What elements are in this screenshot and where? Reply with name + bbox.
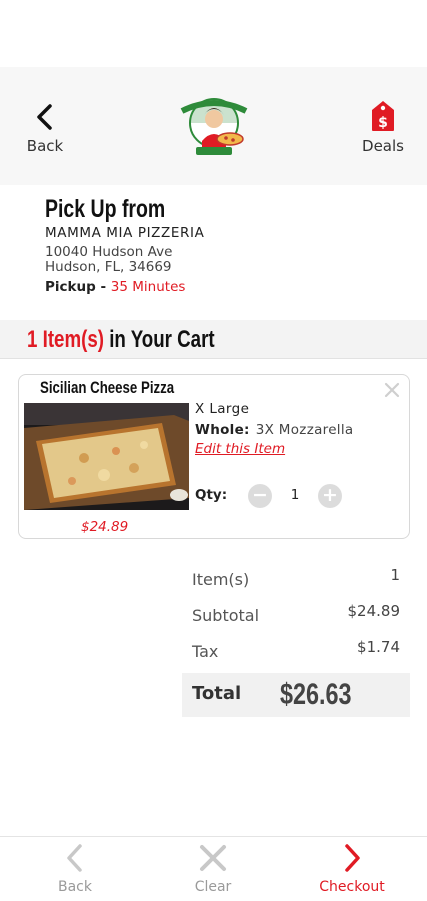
chevron-left-icon (37, 104, 52, 130)
cart-item-card: Sicilian Cheese Pizza $24.89 X Large Who… (18, 374, 410, 539)
clear-button[interactable]: Clear (168, 843, 258, 895)
qty-increase-button[interactable]: + (318, 484, 342, 508)
pickup-title: Pick Up from (45, 195, 166, 223)
header-back-label: Back (26, 137, 64, 155)
pickup-time: Pickup - 35 Minutes (45, 279, 204, 295)
close-icon[interactable] (383, 381, 401, 399)
pickup-info: Pick Up from MAMMA MIA PIZZERIA 10040 Hu… (45, 193, 204, 295)
bottom-back-button[interactable]: Back (30, 843, 120, 895)
pickup-label: Pickup (45, 279, 96, 295)
cart-heading: 1 Item(s) in Your Cart (27, 323, 268, 356)
price-tag-icon: $ (372, 101, 394, 131)
address-line-1: 10040 Hudson Ave (45, 244, 173, 260)
pickup-separator: - (95, 279, 111, 295)
app-header: Back $ Deals (0, 67, 427, 185)
deals-button[interactable]: $ Deals (359, 100, 407, 155)
order-summary: Item(s) 1 Subtotal $24.89 Tax $1.74 Tota… (182, 563, 410, 717)
checkout-button[interactable]: Checkout (307, 843, 397, 895)
qty-decrease-button[interactable]: − (248, 484, 272, 508)
header-back-button[interactable]: Back (22, 103, 68, 155)
qty-value: 1 (290, 487, 300, 503)
items-value: 1 (390, 566, 400, 584)
tax-label: Tax (192, 642, 219, 661)
item-size: X Large (195, 401, 250, 417)
item-name: Sicilian Cheese Pizza (40, 378, 175, 397)
summary-items-row: Item(s) 1 (182, 563, 410, 599)
tax-value: $1.74 (357, 638, 400, 656)
address-line-2: Hudson, FL, 34669 (45, 259, 172, 275)
store-address: 10040 Hudson Ave Hudson, FL, 34669 (45, 245, 204, 275)
plus-icon: + (322, 484, 338, 506)
chevron-left-icon (67, 844, 82, 872)
mamma-mia-logo (180, 98, 248, 155)
deals-label: Deals (362, 137, 404, 155)
summary-subtotal-row: Subtotal $24.89 (182, 599, 410, 635)
bottom-action-bar: Back Clear Checkout (0, 836, 427, 901)
items-label: Item(s) (192, 570, 250, 589)
bottom-back-label: Back (58, 879, 92, 895)
total-value: $26.63 (280, 678, 352, 711)
subtotal-label: Subtotal (192, 606, 260, 625)
pickup-minutes: 35 Minutes (110, 279, 186, 295)
item-option: Whole: 3X Mozzarella (195, 422, 353, 438)
summary-total-row: Total $26.63 (182, 673, 410, 717)
svg-text:$: $ (378, 115, 388, 131)
summary-tax-row: Tax $1.74 (182, 635, 410, 671)
store-name: MAMMA MIA PIZZERIA (45, 225, 205, 241)
clear-label: Clear (194, 879, 232, 895)
cart-count: 1 Item(s) (27, 326, 104, 353)
edit-item-link[interactable]: Edit this Item (195, 441, 285, 457)
qty-label: Qty: (195, 487, 228, 503)
minus-icon: − (252, 484, 268, 506)
item-price: $24.89 (81, 519, 129, 535)
cart-heading-suffix: in Your Cart (103, 326, 215, 353)
checkout-label: Checkout (319, 879, 385, 895)
subtotal-value: $24.89 (347, 602, 401, 620)
chevron-right-icon (345, 844, 360, 872)
option-label: Whole: (195, 422, 250, 438)
close-icon (200, 845, 226, 871)
total-label: Total (192, 683, 242, 704)
option-value: 3X Mozzarella (255, 422, 354, 438)
cart-heading-bar: 1 Item(s) in Your Cart (0, 320, 427, 359)
item-photo (24, 403, 189, 510)
